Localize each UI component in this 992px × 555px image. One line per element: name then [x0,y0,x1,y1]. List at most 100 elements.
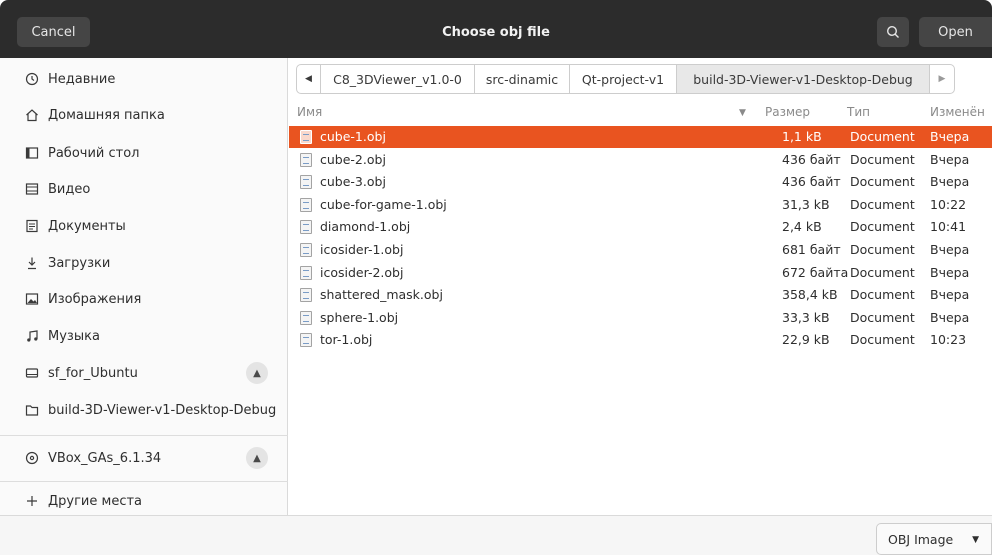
file-row[interactable]: icosider-1.obj 681 байт Document Вчера [289,239,992,261]
file-row[interactable]: cube-for-game-1.obj 31,3 kB Document 10:22 [289,194,992,216]
file-name: shattered_mask.obj [320,287,443,302]
file-icon [300,333,312,347]
file-modified: 10:23 [930,332,967,347]
sidebar-item-label: build-3D-Viewer-v1-Desktop-Debug [48,402,277,418]
sidebar-item-downloads[interactable]: Загрузки [0,245,288,281]
path-forward-button[interactable]: ▶ [930,65,954,93]
sidebar-item-label: Музыка [48,328,100,344]
file-name: diamond-1.obj [320,219,411,234]
sidebar-item-vbox-gas[interactable]: VBox_GAs_6.1.34 [0,440,288,476]
file-row[interactable]: icosider-2.obj 672 байта Document Вчера [289,262,992,284]
file-type: Document [850,242,915,257]
header-bar: Cancel Choose obj file Open [0,0,992,58]
file-name: sphere-1.obj [320,310,399,325]
file-icon [300,130,312,144]
file-icon [300,220,312,234]
video-icon [24,181,40,197]
file-type-filter[interactable]: OBJ Image ▼ [876,523,992,555]
file-type: Document [850,152,915,167]
home-icon [24,107,40,123]
file-size: 358,4 kB [782,287,838,302]
sidebar-item-label: Видео [48,181,91,197]
file-type: Document [850,219,915,234]
bottom-bar [0,515,992,555]
disc-icon [24,450,40,466]
document-icon [24,218,40,234]
file-size: 31,3 kB [782,197,830,212]
sidebar-item-label: Домашняя папка [48,107,165,123]
file-size: 681 байт [782,242,841,257]
file-name: tor-1.obj [320,332,373,347]
sidebar-item-pictures[interactable]: Изображения [0,281,288,317]
sidebar-item-video[interactable]: Видео [0,171,288,207]
file-row[interactable]: tor-1.obj 22,9 kB Document 10:23 [289,329,992,351]
file-modified: Вчера [930,152,970,167]
file-row[interactable]: sphere-1.obj 33,3 kB Document Вчера [289,307,992,329]
file-icon [300,243,312,257]
sidebar-item-documents[interactable]: Документы [0,208,288,244]
file-row[interactable]: cube-2.obj 436 байт Document Вчера [289,149,992,171]
file-modified: Вчера [930,242,970,257]
file-name: cube-1.obj [320,129,386,144]
file-size: 436 байт [782,152,841,167]
file-modified: 10:22 [930,197,967,212]
sidebar-item-other-locations[interactable]: Другие места [0,483,288,519]
file-type: Document [850,174,915,189]
file-size: 1,1 kB [782,129,822,144]
filter-value: OBJ Image [888,531,954,547]
sidebar-item-recent[interactable]: Недавние [0,61,288,97]
sidebar-item-build-folder[interactable]: build-3D-Viewer-v1-Desktop-Debug [0,392,288,428]
sidebar-item-desktop[interactable]: Рабочий стол [0,135,288,171]
file-type: Document [850,197,915,212]
file-icon [300,288,312,302]
eject-button[interactable]: ▲ [246,362,268,384]
desktop-icon [24,145,40,161]
sidebar-item-label: Рабочий стол [48,145,140,161]
path-segment[interactable]: src-dinamic [475,65,570,93]
file-modified: Вчера [930,287,970,302]
file-modified: 10:41 [930,219,967,234]
column-header-size[interactable]: Размер [765,105,810,125]
sidebar-item-music[interactable]: Музыка [0,318,288,354]
clock-icon [24,71,40,87]
file-row[interactable]: cube-1.obj 1,1 kB Document Вчера [289,126,992,148]
file-row[interactable]: cube-3.obj 436 байт Document Вчера [289,171,992,193]
open-button[interactable]: Open [919,17,992,47]
sidebar-item-home[interactable]: Домашняя папка [0,97,288,133]
file-row[interactable]: shattered_mask.obj 358,4 kB Document Вчера [289,284,992,306]
file-row[interactable]: diamond-1.obj 2,4 kB Document 10:41 [289,216,992,238]
sidebar-item-label: Документы [48,218,126,234]
file-name: icosider-2.obj [320,265,404,280]
drive-icon [24,365,40,381]
search-button[interactable] [877,17,909,47]
file-icon [300,198,312,212]
file-name: cube-2.obj [320,152,386,167]
path-segment-current[interactable]: build-3D-Viewer-v1-Desktop-Debug [677,65,930,93]
file-size: 22,9 kB [782,332,830,347]
sidebar: Недавние Домашняя папка Рабочий стол Вид… [0,58,288,515]
sort-down-icon: ▼ [739,108,746,118]
dialog-title: Choose obj file [442,25,550,40]
file-type: Document [850,265,915,280]
eject-button[interactable]: ▲ [246,447,268,469]
column-header-name[interactable]: Имя [297,105,322,125]
path-segment[interactable]: C8_3DViewer_v1.0-0 [321,65,475,93]
sidebar-item-label: Недавние [48,71,116,87]
download-icon [24,255,40,271]
eject-icon: ▲ [253,367,261,379]
chevron-right-icon: ▶ [938,74,946,84]
sidebar-item-label: Загрузки [48,255,111,271]
column-header-type[interactable]: Тип [847,105,870,125]
sidebar-item-label: VBox_GAs_6.1.34 [48,450,162,466]
file-modified: Вчера [930,174,970,189]
column-header-modified[interactable]: Изменён [930,105,985,125]
file-name: cube-for-game-1.obj [320,197,447,212]
path-back-button[interactable]: ◀ [297,65,321,93]
file-icon [300,311,312,325]
sidebar-item-label: Изображения [48,291,142,307]
search-icon [886,25,899,38]
music-icon [24,328,40,344]
sidebar-item-sf-for-ubuntu[interactable]: sf_for_Ubuntu [0,355,288,391]
folder-icon [24,402,40,418]
path-segment[interactable]: Qt-project-v1 [570,65,677,93]
